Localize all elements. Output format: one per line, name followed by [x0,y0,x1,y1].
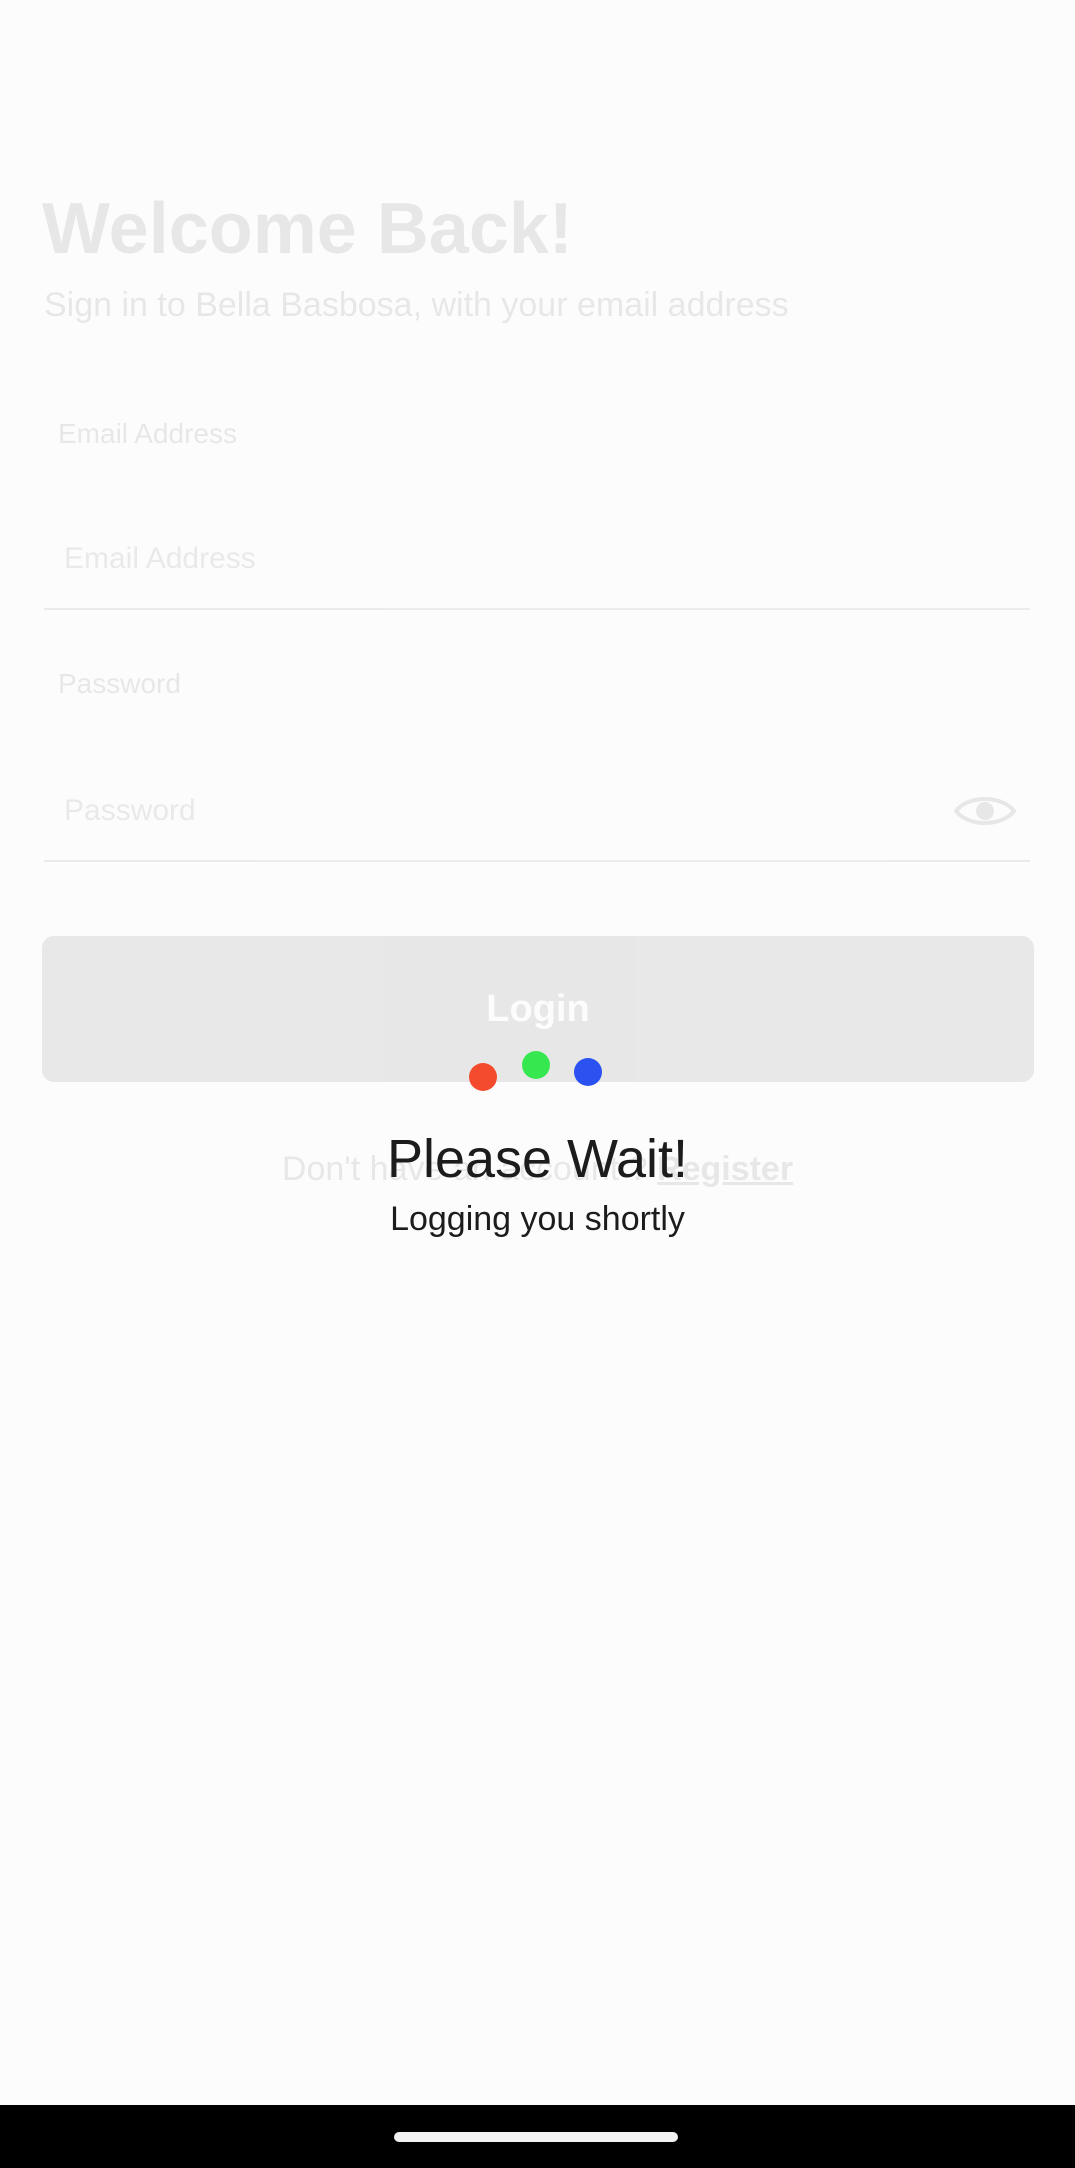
loading-dot-blue [574,1058,602,1086]
login-screen: Welcome Back! Sign in to Bella Basbosa, … [0,0,1075,2168]
home-indicator[interactable] [394,2132,678,2142]
system-nav-bar [0,2105,1075,2168]
loading-subtitle: Logging you shortly [390,1200,685,1238]
loading-title: Please Wait! [386,1129,689,1189]
loading-dot-red [469,1063,497,1091]
loading-dot-green [522,1051,550,1079]
loading-overlay: Please Wait! Logging you shortly [0,0,1075,2105]
